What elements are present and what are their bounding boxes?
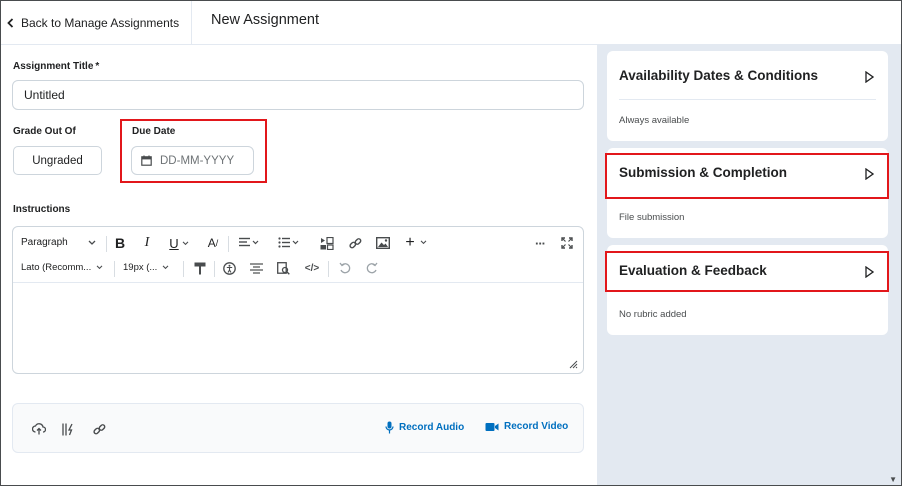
format-select-label: Paragraph xyxy=(21,237,68,248)
undo-icon[interactable] xyxy=(338,260,352,276)
due-date-input[interactable]: DD-MM-YYYY xyxy=(131,146,254,175)
availability-card[interactable]: Availability Dates & Conditions Always a… xyxy=(607,51,888,141)
link-icon[interactable] xyxy=(91,421,107,437)
record-audio-label: Record Audio xyxy=(399,422,465,433)
required-marker: * xyxy=(95,61,100,72)
submission-card-subtitle: File submission xyxy=(619,212,685,223)
font-family-label: Lato (Recomm... xyxy=(21,262,92,273)
top-bar: Back to Manage Assignments New Assignmen… xyxy=(1,1,901,45)
link-icon[interactable] xyxy=(347,235,363,251)
toolbar-separator xyxy=(106,236,107,252)
evaluation-highlight xyxy=(605,251,889,292)
font-size-select[interactable]: 19px (... xyxy=(123,262,169,273)
font-family-select[interactable]: Lato (Recomm... xyxy=(21,262,103,273)
toolbar-separator xyxy=(114,261,115,277)
record-video-label: Record Video xyxy=(504,421,569,432)
list-icon[interactable] xyxy=(275,235,303,251)
attachment-bar: Record Audio Record Video xyxy=(12,403,584,453)
fullscreen-icon[interactable] xyxy=(560,235,574,251)
back-to-manage-assignments-link[interactable]: Back to Manage Assignments xyxy=(1,1,192,44)
preview-icon[interactable] xyxy=(276,260,290,276)
insert-stuff-icon[interactable] xyxy=(319,235,335,251)
font-color-icon[interactable]: A / xyxy=(205,235,221,251)
page-title: New Assignment xyxy=(211,12,319,28)
font-size-label: 19px (... xyxy=(123,262,158,273)
assignment-title-input[interactable]: Untitled xyxy=(12,80,584,110)
grade-out-of-label: Grade Out Of xyxy=(13,126,76,137)
chevron-left-icon xyxy=(7,17,14,28)
italic-icon[interactable]: I xyxy=(141,235,153,251)
toolbar-separator xyxy=(228,236,229,252)
record-video-button[interactable]: Record Video xyxy=(485,421,568,432)
assignment-title-label-text: Assignment Title xyxy=(13,61,94,72)
chevron-down-icon xyxy=(88,240,96,245)
evaluation-card-subtitle: No rubric added xyxy=(619,309,687,320)
plus-icon[interactable]: + xyxy=(401,234,431,251)
card-divider xyxy=(619,99,876,100)
scroll-down-icon[interactable]: ▼ xyxy=(889,475,897,484)
calendar-icon xyxy=(141,155,152,166)
toolbar-separator xyxy=(328,261,329,277)
triangle-right-icon[interactable] xyxy=(865,71,874,83)
html-icon[interactable] xyxy=(249,260,263,276)
accessibility-icon[interactable] xyxy=(222,260,236,276)
redo-icon[interactable] xyxy=(365,260,379,276)
grade-value: Ungraded xyxy=(32,154,83,167)
upload-icon[interactable] xyxy=(31,421,47,437)
chevron-down-icon xyxy=(162,265,169,270)
toolbar-separator xyxy=(214,261,215,277)
attach-icon[interactable] xyxy=(60,421,76,437)
format-select[interactable]: Paragraph xyxy=(21,237,96,248)
app-frame: Back to Manage Assignments New Assignmen… xyxy=(0,0,902,486)
more-icon[interactable]: ··· xyxy=(532,235,548,251)
back-link-label: Back to Manage Assignments xyxy=(21,15,180,30)
submission-highlight xyxy=(605,153,889,199)
instructions-editor[interactable]: Paragraph B I U A / + ··· Lato (Recomm..… xyxy=(12,226,584,374)
availability-card-subtitle: Always available xyxy=(619,115,690,126)
bold-icon[interactable]: B xyxy=(113,235,127,251)
format-painter-icon[interactable] xyxy=(193,260,207,276)
record-audio-button[interactable]: Record Audio xyxy=(385,421,464,434)
grade-out-of-button[interactable]: Ungraded xyxy=(13,146,102,175)
instructions-label: Instructions xyxy=(13,204,71,215)
code-icon[interactable]: </> xyxy=(304,260,320,276)
resize-handle-icon[interactable] xyxy=(569,360,578,369)
toolbar-divider xyxy=(13,282,583,283)
settings-panel: Availability Dates & Conditions Always a… xyxy=(597,45,901,485)
chevron-down-icon xyxy=(96,265,103,270)
assignment-title-value: Untitled xyxy=(24,88,65,102)
microphone-icon xyxy=(385,421,394,434)
image-icon[interactable] xyxy=(375,235,391,251)
align-icon[interactable] xyxy=(235,235,263,251)
video-icon xyxy=(485,422,499,431)
due-date-label: Due Date xyxy=(132,126,176,137)
due-date-placeholder: DD-MM-YYYY xyxy=(160,154,235,167)
underline-icon[interactable]: U xyxy=(166,235,192,251)
toolbar-separator xyxy=(183,261,184,277)
availability-card-title: Availability Dates & Conditions xyxy=(619,68,819,83)
assignment-title-label: Assignment Title * xyxy=(13,61,99,72)
